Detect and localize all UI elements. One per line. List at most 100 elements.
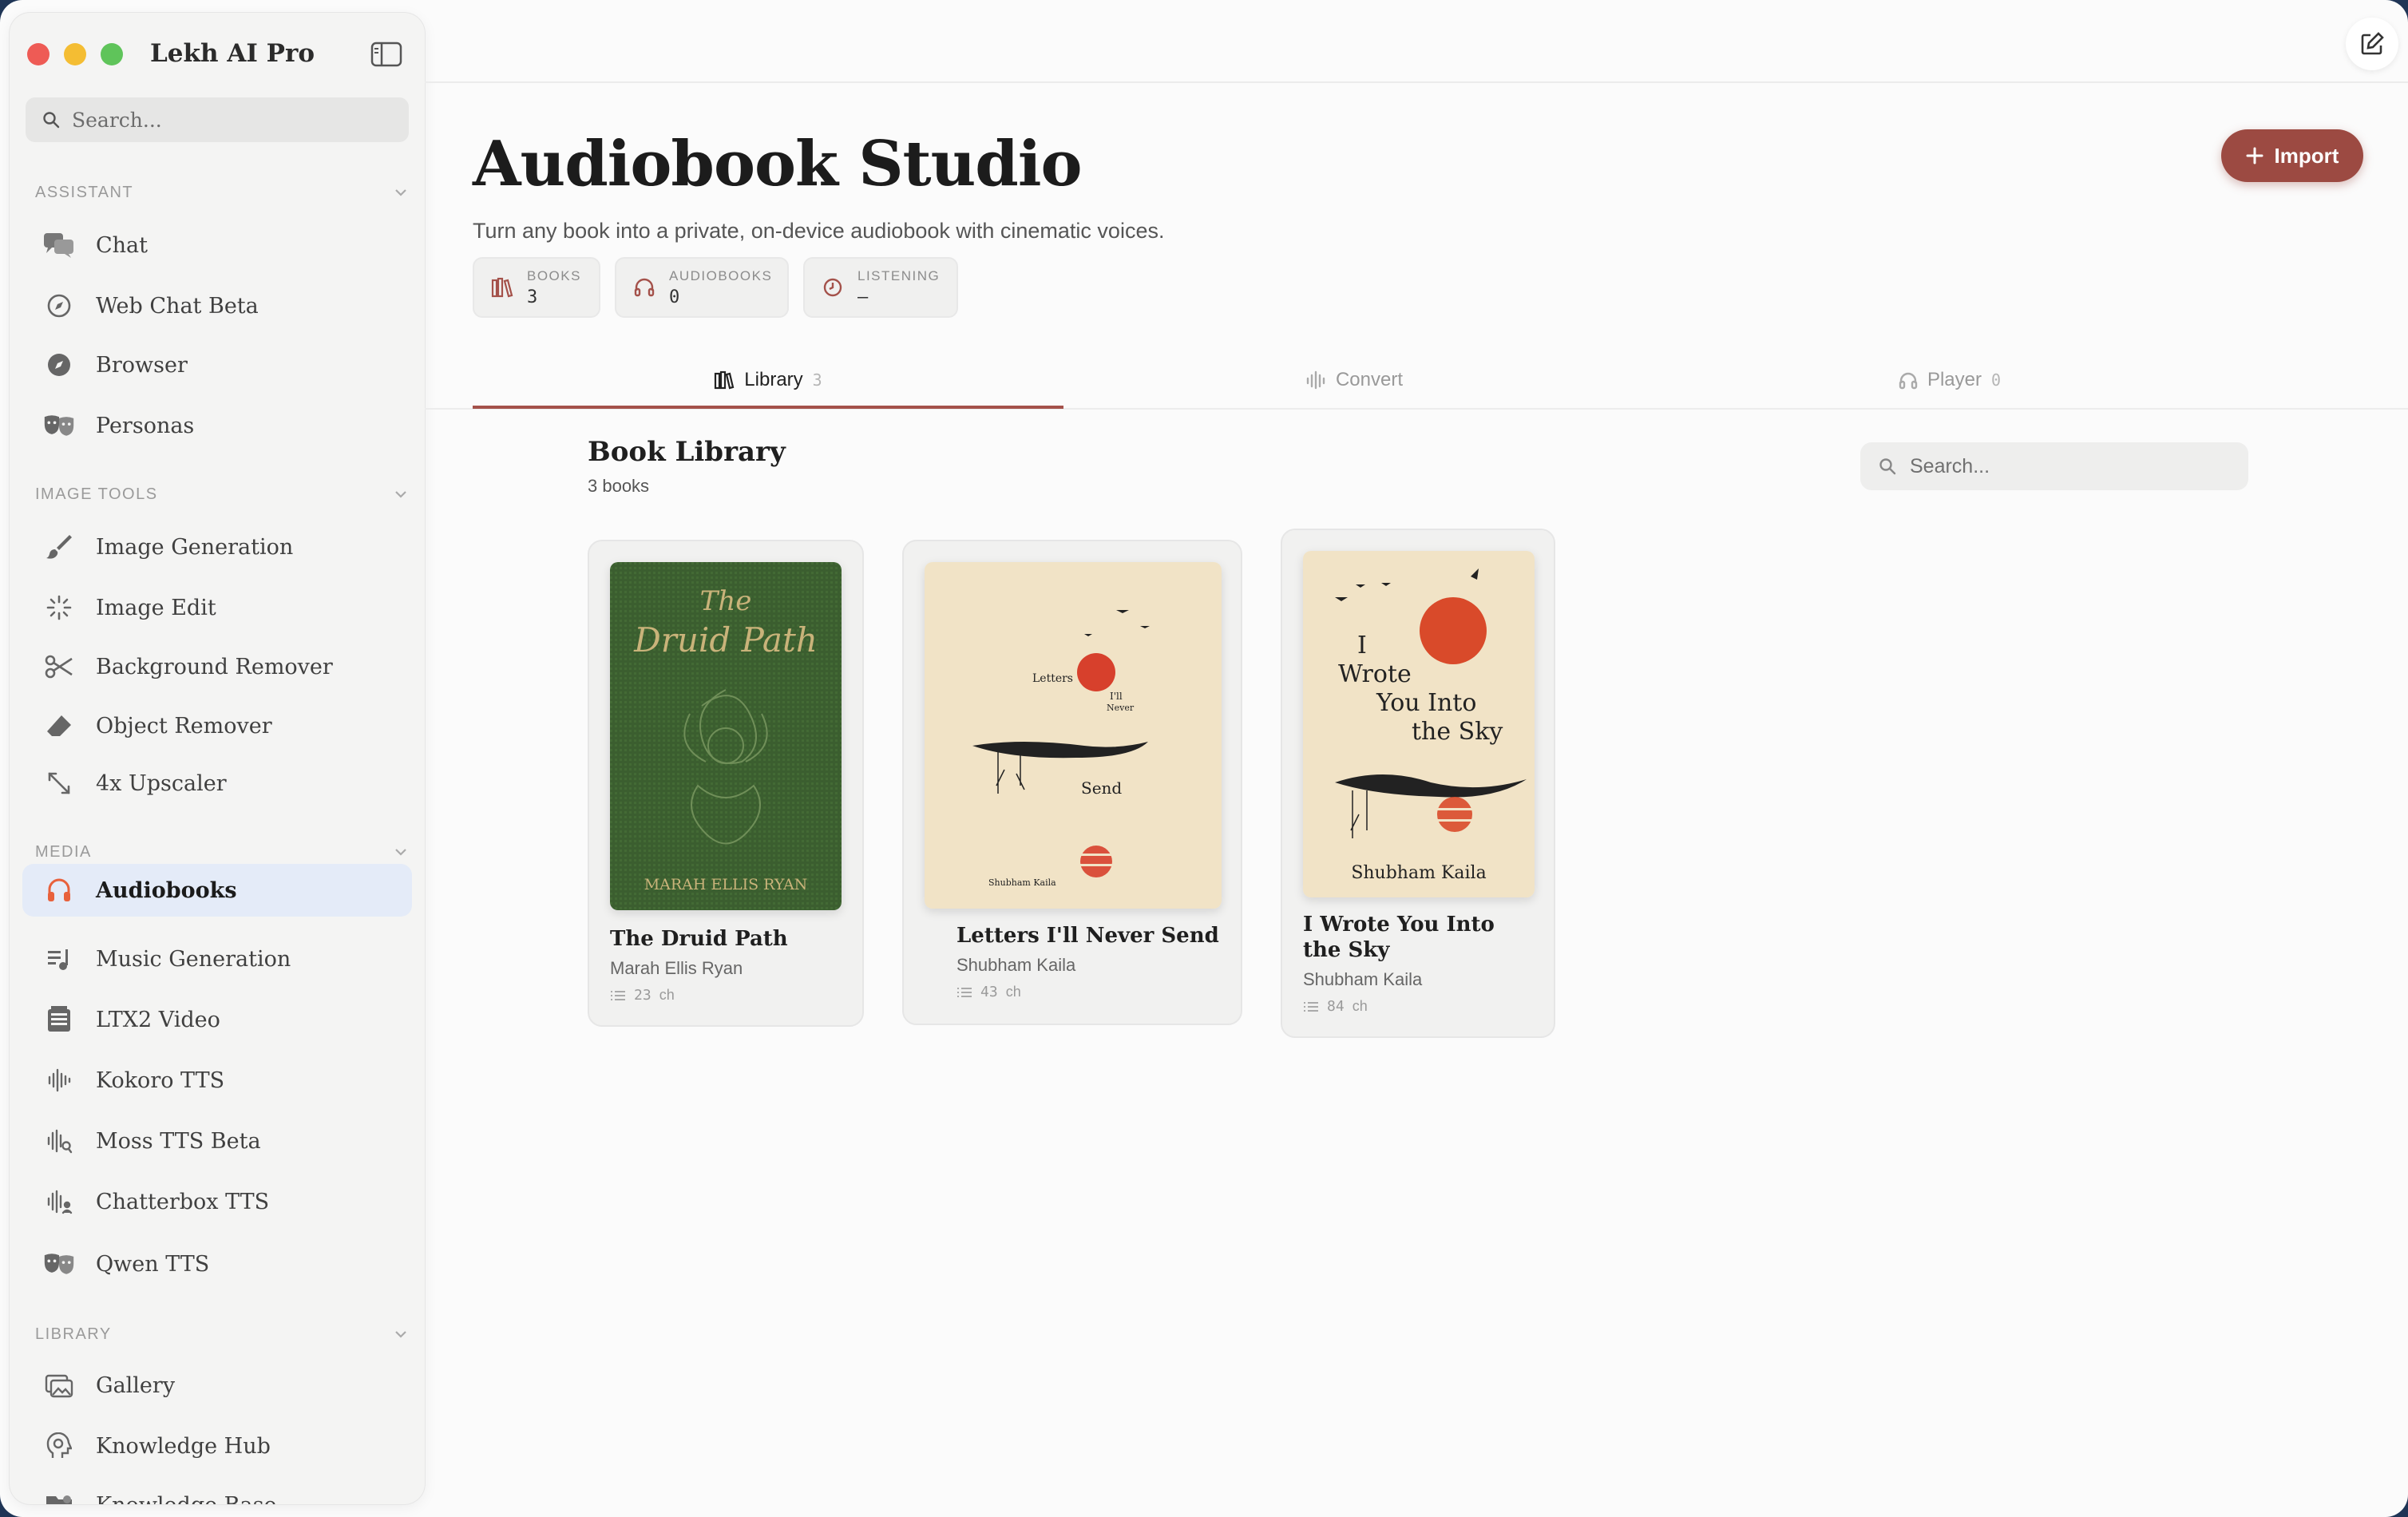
sidebar-toggle-icon[interactable] [370, 42, 402, 67]
sidebar-item-music-generation[interactable]: Music Generation [22, 933, 412, 985]
book-chapters: 84 ch [1303, 998, 1368, 1015]
waveform-search-icon [43, 1125, 75, 1157]
list-icon [611, 990, 625, 1000]
waveform-icon [1306, 370, 1325, 390]
sidebar-item-object-remover[interactable]: Object Remover [22, 699, 412, 752]
compose-button[interactable] [2346, 18, 2398, 70]
page-title: Audiobook Studio [473, 128, 1082, 200]
sidebar-item-chat[interactable]: Chat [22, 219, 412, 271]
tab-library[interactable]: Library 3 [473, 351, 1063, 409]
sidebar-item-image-generation[interactable]: Image Generation [22, 521, 412, 573]
cover-text: Send [1081, 778, 1122, 798]
sidebar-item-label: Knowledge Base [96, 1493, 276, 1505]
book-chapters: 23 ch [610, 987, 675, 1004]
list-icon [1304, 1001, 1318, 1012]
chevron-down-icon[interactable] [391, 842, 410, 861]
sidebar-item-label: Kokoro TTS [96, 1067, 225, 1093]
book-card[interactable]: The Druid Path MARAH ELLIS RYAN The Drui… [588, 540, 864, 1027]
sidebar-item-browser[interactable]: Browser [22, 339, 412, 391]
minimize-window-button[interactable] [64, 43, 86, 65]
cover-text: I'll [1110, 691, 1123, 702]
books-icon [715, 370, 735, 390]
plus-icon [2246, 147, 2263, 164]
sidebar-item-label: 4x Upscaler [96, 770, 227, 796]
sidebar-item-audiobooks[interactable]: Audiobooks [22, 864, 412, 917]
tab-label: Convert [1335, 369, 1404, 390]
sidebar-search-input[interactable]: Search... [72, 109, 162, 132]
brain-head-icon [43, 1430, 75, 1462]
import-label: Import [2274, 143, 2339, 168]
sidebar-item-gallery[interactable]: Gallery [22, 1359, 412, 1412]
close-window-button[interactable] [27, 43, 50, 65]
tab-count: 3 [812, 370, 822, 390]
sidebar-item-knowledge-base[interactable]: Knowledge Base [22, 1479, 412, 1504]
library-search[interactable]: Search... [1860, 442, 2248, 490]
search-icon [43, 112, 60, 129]
stat-books: BOOKS 3 [473, 257, 600, 318]
sidebar-item-label: Knowledge Hub [96, 1433, 271, 1459]
section-media[interactable]: MEDIA [35, 840, 410, 864]
book-cover: I Wrote You Into the Sky Shubham Kaila [1303, 551, 1535, 897]
list-icon [957, 987, 972, 997]
sidebar-item-upscaler[interactable]: 4x Upscaler [22, 757, 412, 810]
sidebar-item-label: Web Chat Beta [96, 293, 259, 319]
waveform-person-icon [43, 1186, 75, 1218]
search-icon [1879, 458, 1896, 475]
stat-label: BOOKS [527, 267, 581, 283]
section-library[interactable]: LIBRARY [35, 1322, 410, 1346]
cover-text: I [1357, 632, 1367, 659]
cover-text: Druid Path [633, 620, 818, 659]
sidebar-item-personas[interactable]: Personas [22, 399, 412, 452]
section-assistant[interactable]: ASSISTANT [35, 180, 410, 204]
folder-icon [43, 1489, 75, 1504]
sidebar-item-knowledge-hub[interactable]: Knowledge Hub [22, 1420, 412, 1472]
sidebar-search[interactable]: Search... [26, 97, 409, 142]
sidebar-item-image-edit[interactable]: Image Edit [22, 581, 412, 634]
book-card[interactable]: I Wrote You Into the Sky Shubham Kaila I… [1281, 529, 1555, 1038]
maximize-window-button[interactable] [101, 43, 123, 65]
books-icon [491, 277, 513, 298]
paintbrush-icon [43, 531, 75, 563]
scissors-icon [43, 651, 75, 683]
waveform-icon [43, 1064, 75, 1096]
sidebar-item-ltx2-video[interactable]: LTX2 Video [22, 993, 412, 1046]
headphones-icon [43, 874, 75, 906]
sidebar-item-label: Image Edit [96, 595, 216, 620]
active-tab-indicator [473, 406, 1063, 409]
library-count: 3 books [588, 476, 650, 496]
chevron-down-icon[interactable] [391, 485, 410, 504]
book-title: Letters I'll Never Send [956, 924, 1219, 948]
section-label: ASSISTANT [35, 183, 134, 201]
chevron-down-icon[interactable] [391, 183, 410, 202]
eraser-icon [43, 710, 75, 742]
film-icon [43, 1004, 75, 1036]
book-title: I Wrote You Into the Sky [1303, 912, 1543, 963]
sidebar-item-moss-tts[interactable]: Moss TTS Beta [22, 1115, 412, 1167]
sidebar-item-qwen-tts[interactable]: Qwen TTS [22, 1238, 412, 1290]
cover-text: Letters [1032, 672, 1073, 685]
import-button[interactable]: Import [2221, 129, 2363, 182]
chevron-down-icon[interactable] [391, 1325, 410, 1344]
tab-convert[interactable]: Convert [1063, 351, 1654, 409]
section-label: IMAGE TOOLS [35, 485, 158, 503]
sidebar-item-web-chat[interactable]: Web Chat Beta [22, 279, 412, 332]
book-card[interactable]: Letters I'll Never Send Shubham Kaila Le… [902, 540, 1242, 1025]
sidebar-item-kokoro-tts[interactable]: Kokoro TTS [22, 1054, 412, 1107]
clock-icon [823, 278, 842, 297]
cover-text: Shubham Kaila [988, 877, 1056, 888]
compass-icon [43, 290, 75, 322]
tab-player[interactable]: Player 0 [1654, 351, 2245, 409]
sidebar-item-label: Moss TTS Beta [96, 1128, 261, 1154]
headphones-icon [1899, 372, 1918, 390]
sidebar-item-background-remover[interactable]: Background Remover [22, 640, 412, 693]
theater-masks-icon [43, 410, 75, 442]
chapter-unit: ch [1005, 984, 1021, 1000]
library-search-input[interactable]: Search... [1910, 455, 1990, 478]
sidebar-item-chatterbox-tts[interactable]: Chatterbox TTS [22, 1175, 412, 1228]
section-image-tools[interactable]: IMAGE TOOLS [35, 482, 410, 506]
book-chapters: 43 ch [956, 984, 1021, 1000]
sidebar: Lekh AI Pro Search... ASSISTANT Chat Web… [10, 13, 425, 1504]
chapter-count: 43 [980, 984, 998, 1000]
sidebar-item-label: Chat [96, 232, 148, 258]
compose-icon [2361, 32, 2384, 55]
